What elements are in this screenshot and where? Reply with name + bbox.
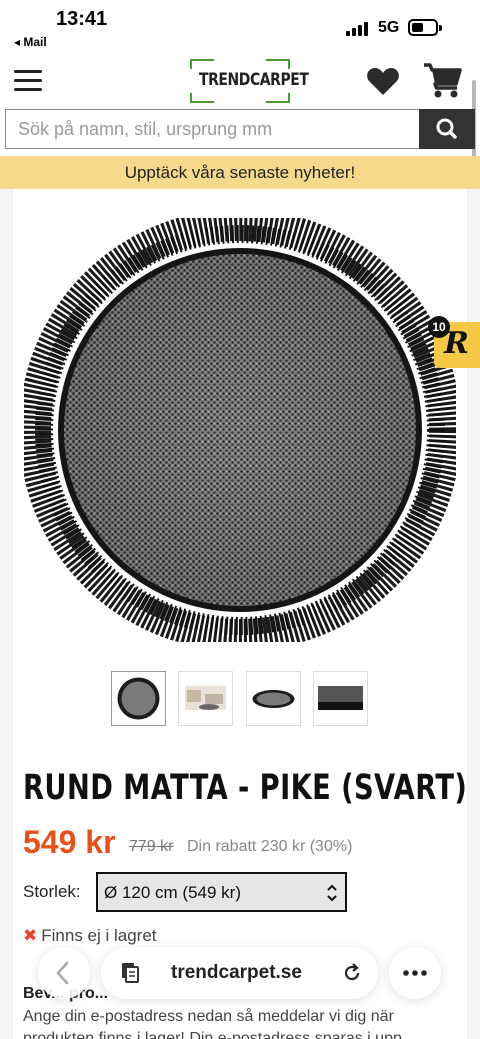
- search-button[interactable]: [419, 109, 475, 149]
- search-icon: [436, 118, 457, 139]
- thumbnail-rug-angle-image: [252, 690, 295, 708]
- cart-icon[interactable]: [422, 62, 462, 100]
- reload-icon[interactable]: [341, 962, 363, 984]
- page-menu-icon: [122, 963, 139, 983]
- battery-icon: [408, 19, 442, 36]
- trendcarpet-logo[interactable]: TRENDCARPET: [190, 59, 309, 103]
- thumbnail-2[interactable]: [178, 671, 233, 726]
- logo-text: TRENDCARPET: [199, 70, 309, 90]
- browser-address-bar[interactable]: trendcarpet.se: [101, 947, 378, 999]
- thumbnail-rug-top-image: [117, 677, 160, 720]
- browser-back-button[interactable]: [38, 947, 90, 999]
- size-select-value: Ø 120 cm (549 kr): [104, 883, 241, 902]
- price-row: 549 kr 779 kr Din rabatt 230 kr (30%): [23, 824, 463, 864]
- discount-text: Din rabatt 230 kr (30%): [187, 838, 353, 855]
- thumbnail-strip: [111, 671, 369, 726]
- heart-icon[interactable]: [366, 66, 400, 96]
- search-bar: [5, 109, 475, 149]
- size-select[interactable]: Ø 120 cm (549 kr): [96, 872, 347, 912]
- network-type: 5G: [378, 19, 400, 36]
- search-input[interactable]: [5, 109, 419, 149]
- product-title: RUND MATTA - PIKE (SVART): [23, 768, 468, 808]
- signal-icon: [346, 20, 372, 36]
- browser-url: trendcarpet.se: [171, 962, 302, 983]
- thumbnail-3[interactable]: [246, 671, 301, 726]
- status-bar: 13:41 ◂ Mail 5G: [0, 0, 480, 56]
- browser-toolbar: trendcarpet.se: [0, 940, 480, 1010]
- product-image-rug[interactable]: [24, 218, 456, 642]
- thumbnail-fringe-image: [318, 686, 363, 710]
- thumbnail-room-image: [185, 686, 226, 710]
- notify-description: Ange din e-postadress nedan så meddelar …: [23, 1008, 402, 1039]
- status-time: 13:41: [56, 8, 108, 30]
- site-header: TRENDCARPET: [0, 56, 480, 106]
- back-to-mail-link[interactable]: ◂ Mail: [14, 35, 47, 49]
- thumbnail-1[interactable]: [111, 671, 166, 726]
- current-price: 549 kr: [23, 824, 116, 860]
- reviews-badge-count: 10: [428, 316, 450, 338]
- hamburger-menu-icon[interactable]: [14, 70, 42, 92]
- promo-banner[interactable]: Upptäck våra senaste nyheter!: [0, 156, 480, 189]
- size-label: Storlek:: [23, 882, 81, 901]
- chevron-left-icon: [56, 961, 69, 985]
- thumbnail-4[interactable]: [313, 671, 368, 726]
- page-margin-right: [468, 189, 480, 1039]
- ellipsis-icon: [403, 970, 427, 976]
- page-margin-left: [0, 189, 12, 1039]
- original-price: 779 kr: [129, 838, 174, 855]
- chevron-updown-icon: [327, 884, 337, 902]
- browser-more-button[interactable]: [389, 947, 441, 999]
